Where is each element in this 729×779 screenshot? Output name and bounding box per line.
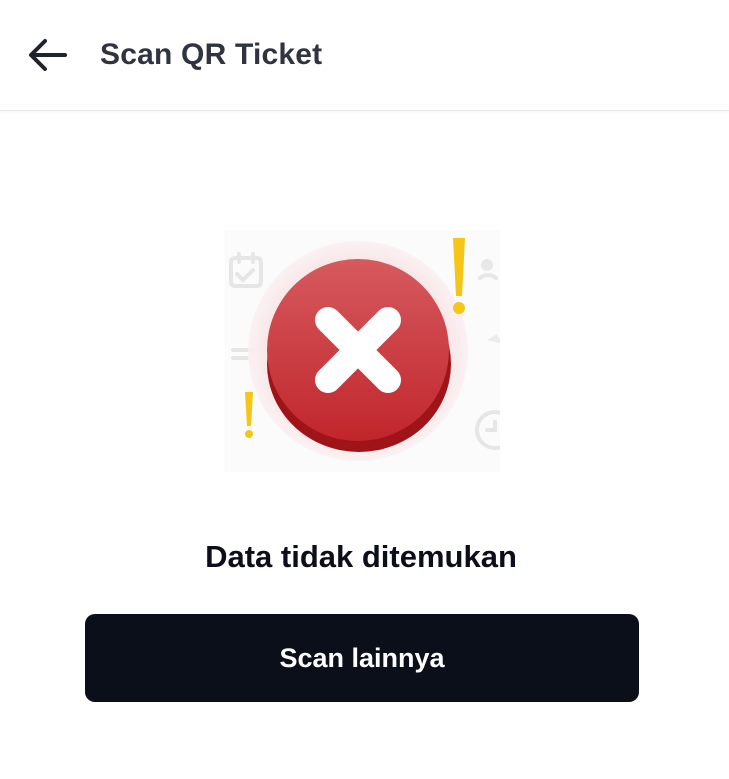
- scan-result-screen: Scan QR Ticket Data tidak ditemukan Scan…: [0, 0, 729, 779]
- result-message: Data tidak ditemukan: [205, 539, 517, 574]
- arrow-left-icon: [29, 39, 67, 71]
- scan-again-button[interactable]: Scan lainnya: [85, 614, 639, 702]
- app-header: Scan QR Ticket: [0, 0, 729, 111]
- error-illustration: [225, 230, 515, 472]
- back-button[interactable]: [22, 32, 72, 78]
- page-title: Scan QR Ticket: [100, 38, 323, 71]
